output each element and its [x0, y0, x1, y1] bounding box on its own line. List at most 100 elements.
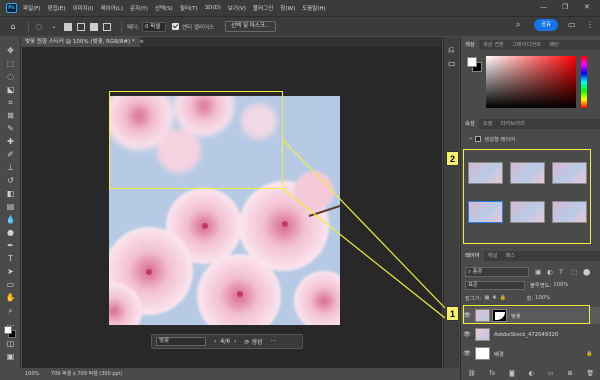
tab-properties[interactable]: 속성 — [461, 119, 479, 129]
menu-filter[interactable]: 필터(T) — [180, 4, 198, 12]
tab-gradients[interactable]: 그레이디언트 — [508, 40, 545, 50]
lock-all-icon[interactable]: 🔒 — [500, 295, 507, 301]
healing-brush-icon[interactable]: ✚ — [5, 137, 16, 147]
pixel-filter-icon[interactable]: ▣ — [535, 268, 541, 276]
variation-thumbnail-5[interactable] — [510, 201, 545, 223]
menu-window[interactable]: 창(W) — [280, 4, 295, 12]
next-variant-icon[interactable]: › — [234, 338, 236, 345]
group-icon[interactable]: ▭ — [548, 370, 554, 377]
shape-filter-icon[interactable]: ⬚ — [571, 268, 577, 276]
layer-row-background[interactable]: 👁 배경 🔒 — [461, 345, 600, 362]
tab-swatches[interactable]: 색상 견본 — [479, 40, 508, 50]
close-tab-icon[interactable]: × — [139, 39, 144, 45]
fill-input[interactable]: 100% — [535, 295, 550, 301]
new-selection-icon[interactable] — [64, 22, 72, 31]
variation-thumbnail-2[interactable] — [510, 162, 545, 184]
search-icon[interactable]: ⌕ — [516, 20, 520, 30]
intersect-selection-icon[interactable] — [103, 22, 111, 31]
workspace-icon[interactable]: ▭ — [568, 20, 576, 29]
menu-edit[interactable]: 편집(E) — [48, 4, 66, 12]
document-info[interactable]: 709 픽셀 x 709 픽셀 (300 ppi) — [51, 371, 122, 377]
app-logo[interactable]: Ps — [6, 3, 17, 13]
eyedropper-tool-icon[interactable]: ✎ — [5, 124, 16, 134]
variation-thumbnail-4[interactable] — [468, 201, 503, 223]
blur-tool-icon[interactable]: 💧 — [5, 215, 16, 225]
eye-icon[interactable]: 👁 — [461, 350, 473, 357]
menu-plugins[interactable]: 플러그인 — [253, 4, 273, 12]
eye-icon[interactable]: 👁 — [461, 331, 473, 338]
tab-color[interactable]: 색상 — [461, 40, 479, 50]
tab-channels[interactable]: 채널 — [484, 251, 502, 261]
document-tab[interactable]: 벚꽃 원형 스티커 @ 100% (벚꽃, RGB/8#) * × — [22, 37, 144, 47]
color-picker-field[interactable] — [486, 56, 576, 108]
opacity-input[interactable]: 100% — [553, 282, 568, 288]
previous-variant-icon[interactable]: ‹ — [214, 338, 216, 345]
adjustment-icon[interactable]: ◐ — [529, 370, 534, 377]
foreground-color-swatch[interactable] — [4, 326, 12, 334]
chevron-down-icon[interactable]: ⌄ — [49, 22, 59, 32]
more-options-icon[interactable]: ··· — [270, 338, 276, 345]
hand-tool-icon[interactable]: ✋ — [5, 293, 16, 303]
tab-libraries[interactable]: 라이브러리 — [497, 119, 529, 129]
path-select-tool-icon[interactable]: ➤ — [5, 267, 16, 277]
quick-mask-icon[interactable]: ◫ — [5, 339, 16, 349]
tab-layers[interactable]: 레이어 — [461, 251, 484, 261]
subtract-selection-icon[interactable] — [90, 22, 98, 31]
smart-filter-icon[interactable]: ⬤ — [583, 268, 590, 276]
eraser-tool-icon[interactable]: ◧ — [5, 189, 16, 199]
link-icon[interactable]: ⛓ — [468, 370, 476, 377]
lock-position-icon[interactable]: ✥ — [492, 295, 496, 301]
variation-thumbnail-3[interactable] — [552, 162, 587, 184]
new-layer-icon[interactable]: ⊞ — [567, 370, 572, 377]
history-icon[interactable]: ⎌ — [448, 45, 454, 55]
mask-icon[interactable]: ◙ — [509, 370, 515, 377]
blend-mode-select[interactable]: 표준 — [465, 280, 525, 290]
pen-tool-icon[interactable]: ✒ — [5, 241, 16, 251]
menu-help[interactable]: 도움말(H) — [302, 4, 326, 12]
feather-input[interactable]: 0 픽셀 — [141, 21, 166, 32]
dodge-tool-icon[interactable]: ● — [5, 228, 16, 238]
history-brush-icon[interactable]: ↺ — [5, 176, 16, 186]
type-filter-icon[interactable]: T — [559, 268, 563, 276]
layer-filter-select[interactable]: ⌕ 종류 — [465, 267, 529, 277]
object-select-tool-icon[interactable]: ⬕ — [5, 85, 16, 95]
foreground-swatch[interactable] — [467, 57, 477, 67]
type-tool-icon[interactable]: T — [5, 254, 16, 264]
crop-tool-icon[interactable]: ⌗ — [5, 98, 16, 108]
menu-layer[interactable]: 레이어(L) — [101, 4, 124, 12]
share-button[interactable]: 공유 — [534, 19, 558, 31]
menu-3d[interactable]: 3D(D) — [205, 5, 221, 11]
antialias-checkbox[interactable] — [171, 23, 179, 30]
move-tool-icon[interactable]: ✥ — [5, 46, 16, 56]
lasso-tool-icon[interactable]: ◌ — [5, 72, 16, 82]
tab-adjustments[interactable]: 조정 — [479, 119, 497, 129]
adjustment-filter-icon[interactable]: ◐ — [547, 268, 553, 276]
generate-prompt-input[interactable]: 벚꽃 — [156, 337, 206, 346]
generate-button[interactable]: ⟳ 생성 — [244, 337, 262, 346]
home-icon[interactable]: ⌂ — [8, 22, 18, 32]
brush-tool-icon[interactable]: ✐ — [5, 150, 16, 160]
layer-row-image[interactable]: 👁 AdobeStock_472049320 — [461, 326, 600, 343]
variation-thumbnail-1[interactable] — [468, 162, 503, 184]
menu-view[interactable]: 보기(V) — [228, 4, 246, 12]
lock-pixels-icon[interactable]: ▦ — [484, 295, 489, 301]
zoom-level[interactable]: 100% — [25, 371, 39, 377]
menu-image[interactable]: 이미지(I) — [72, 4, 93, 12]
tab-paths[interactable]: 패스 — [501, 251, 519, 261]
menu-select[interactable]: 선택(S) — [155, 4, 173, 12]
hue-slider[interactable] — [581, 56, 587, 108]
close-window-icon[interactable]: ✕ — [584, 3, 590, 11]
lasso-tool-icon[interactable]: ◌ — [34, 22, 44, 32]
settings-icon[interactable]: ⋮ — [586, 20, 594, 29]
tab-patterns[interactable]: 패턴 — [545, 40, 563, 50]
maximize-icon[interactable]: ❐ — [562, 3, 568, 11]
zoom-tool-icon[interactable]: ⌕ — [5, 306, 16, 316]
screen-mode-icon[interactable]: ▣ — [5, 352, 16, 362]
fx-icon[interactable]: fx — [489, 370, 495, 377]
trash-icon[interactable]: 🗑 — [586, 370, 594, 377]
clone-stamp-icon[interactable]: ⊥ — [5, 163, 16, 173]
marquee-tool-icon[interactable]: ⬚ — [5, 59, 16, 69]
select-and-mask-button[interactable]: 선택 및 마스크... — [225, 21, 277, 32]
menu-file[interactable]: 파일(F) — [23, 4, 41, 12]
comments-icon[interactable]: ▭ — [448, 59, 456, 68]
